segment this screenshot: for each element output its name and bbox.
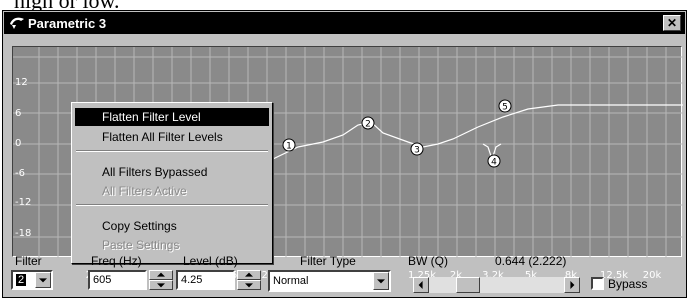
y-tick-label: -18 — [15, 228, 32, 239]
filter-label: Filter — [15, 254, 42, 268]
close-button[interactable]: ✕ — [663, 15, 681, 31]
arrow-left-icon — [418, 281, 423, 289]
menu-item-flatten-filter-level[interactable]: Flatten Filter Level — [75, 108, 269, 126]
title-bar[interactable]: Parametric 3 ✕ — [4, 12, 685, 34]
chevron-down-icon — [377, 279, 385, 284]
y-tick-label: 12 — [15, 77, 28, 88]
arrow-down-icon — [245, 283, 253, 288]
level-input[interactable]: 4.25 — [176, 270, 235, 290]
arrow-up-icon — [157, 272, 165, 277]
filter-select-value: 2 — [16, 274, 27, 286]
filter-select-dropdown-button[interactable] — [35, 272, 51, 288]
freq-input[interactable]: 605 — [88, 270, 147, 290]
arrow-right-icon — [570, 281, 575, 289]
y-tick-label: 0 — [15, 138, 22, 149]
bw-label: BW (Q) — [408, 254, 448, 268]
bypass-checkbox[interactable] — [591, 277, 604, 290]
freq-spin-up[interactable] — [149, 270, 173, 280]
arrow-down-icon — [157, 283, 165, 288]
context-menu: Flatten Filter Level Flatten All Filter … — [71, 102, 273, 264]
filter-marker-label: 5 — [502, 103, 508, 113]
menu-item-all-filters-active: All Filters Active — [102, 184, 187, 198]
menu-separator — [76, 204, 268, 206]
menu-item-all-filters-bypassed[interactable]: All Filters Bypassed — [75, 163, 269, 181]
filter-type-label: Filter Type — [300, 254, 356, 268]
bw-slider-left-button[interactable] — [413, 277, 429, 293]
menu-item-paste-settings: Paste Settings — [102, 238, 180, 252]
eq-graph[interactable]: 12345 12 6 0 -6 -12 -18 20 32 50 80 125 … — [12, 46, 683, 281]
bw-readout: 0.644 (2.222) — [495, 254, 567, 268]
bw-slider[interactable] — [413, 277, 580, 293]
level-label: Level (dB) — [183, 254, 238, 268]
y-tick-label: -12 — [15, 197, 32, 208]
filter-type-value: Normal — [273, 275, 309, 287]
freq-label: Freq (Hz) — [91, 254, 142, 268]
filter-type-select[interactable]: Normal — [268, 270, 391, 292]
parametric-window: Parametric 3 ✕ 12345 12 6 0 -6 -12 -18 2… — [2, 10, 687, 298]
freq-spin-down[interactable] — [149, 280, 173, 290]
filter-marker-label: 3 — [414, 146, 420, 156]
y-tick-label: 6 — [15, 108, 22, 119]
eq-response-curve — [212, 104, 683, 233]
filter-marker-label: 4 — [491, 158, 497, 168]
bw-slider-thumb[interactable] — [456, 277, 480, 293]
bw-slider-right-button[interactable] — [564, 277, 580, 293]
level-spin-up[interactable] — [237, 270, 261, 280]
filter-select[interactable]: 2 — [11, 270, 53, 290]
bypass-label: Bypass — [608, 277, 648, 291]
arrow-up-icon — [245, 272, 253, 277]
filter-marker-label: 2 — [365, 120, 371, 130]
filter-marker-label: 1 — [286, 142, 292, 152]
menu-separator — [76, 150, 268, 152]
app-icon — [10, 17, 24, 29]
window-title: Parametric 3 — [28, 16, 107, 31]
filter-type-dropdown-button[interactable] — [373, 272, 389, 290]
chevron-down-icon — [39, 278, 47, 283]
y-tick-label: -6 — [15, 168, 25, 179]
menu-item-flatten-all-filter-levels[interactable]: Flatten All Filter Levels — [75, 128, 269, 146]
level-spin-down[interactable] — [237, 280, 261, 290]
menu-item-copy-settings[interactable]: Copy Settings — [75, 217, 269, 235]
